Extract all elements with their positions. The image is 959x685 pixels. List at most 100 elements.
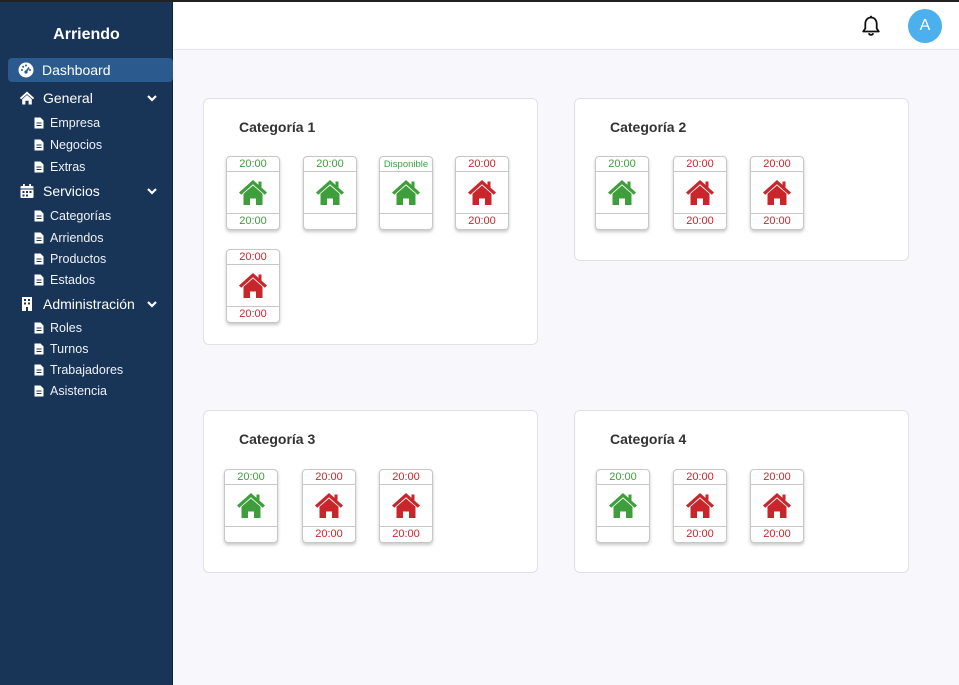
document-icon: [34, 385, 44, 397]
document-icon: [34, 210, 44, 222]
unit-top-label: 20:00: [304, 157, 356, 172]
sidebar-item-roles[interactable]: Roles: [34, 319, 82, 337]
category-title: Categoría 2: [610, 119, 687, 135]
unit-bottom-label: 20:00: [751, 526, 803, 542]
unit-top-label: 20:00: [227, 157, 279, 172]
category-title: Categoría 4: [610, 431, 687, 447]
sidebar-item-label: Extras: [50, 160, 86, 174]
sidebar-item-categorias[interactable]: Categorías: [34, 207, 111, 225]
unit-top-label: 20:00: [596, 157, 648, 172]
sidebar-item-arriendos[interactable]: Arriendos: [34, 229, 104, 247]
user-avatar[interactable]: A: [908, 9, 942, 43]
sidebar-item-label: Categorías: [50, 209, 112, 223]
sidebar-item-asistencia[interactable]: Asistencia: [34, 382, 107, 400]
unit-top-label: 20:00: [674, 470, 726, 485]
house-icon: [316, 180, 344, 205]
chevron-down-icon: [147, 188, 157, 195]
house-icon: [763, 180, 791, 205]
sidebar-item-estados[interactable]: Estados: [34, 271, 95, 289]
sidebar-item-extras[interactable]: Extras: [34, 158, 85, 176]
sidebar-item-dashboard[interactable]: Dashboard: [8, 58, 173, 82]
sidebar-item-label: Roles: [50, 321, 82, 335]
rental-unit-tile[interactable]: 20:00: [224, 469, 278, 543]
sidebar-group-administracion[interactable]: Administración: [18, 294, 158, 314]
unit-bottom-label: 20:00: [674, 526, 726, 542]
sidebar-group-servicios[interactable]: Servicios: [18, 181, 158, 201]
unit-top-label: 20:00: [227, 250, 279, 265]
rental-unit-tile[interactable]: 20:00: [303, 156, 357, 230]
home-icon: [18, 89, 36, 107]
rental-unit-tile[interactable]: 20:00 20:00: [673, 469, 727, 543]
sidebar-item-turnos[interactable]: Turnos: [34, 340, 88, 358]
rental-unit-tile[interactable]: 20:00 20:00: [226, 156, 280, 230]
top-header: A: [174, 2, 959, 50]
sidebar-group-label: Servicios: [43, 183, 100, 199]
sidebar-item-label: Arriendos: [50, 231, 104, 245]
house-icon: [468, 180, 496, 205]
rental-unit-tile[interactable]: 20:00 20:00: [673, 156, 727, 230]
window-top-border: [0, 0, 959, 2]
sidebar-item-negocios[interactable]: Negocios: [34, 136, 102, 154]
rental-unit-tile[interactable]: 20:00 20:00: [379, 469, 433, 543]
unit-bottom-label: 20:00: [227, 306, 279, 322]
building-icon: [18, 295, 36, 313]
unit-top-label: 20:00: [456, 157, 508, 172]
document-icon: [34, 161, 44, 173]
unit-top-label: 20:00: [225, 470, 277, 485]
house-icon: [763, 493, 791, 518]
sidebar-group-general[interactable]: General: [18, 88, 158, 108]
rental-unit-tile[interactable]: 20:00 20:00: [455, 156, 509, 230]
sidebar: Arriendo Dashboard General Empresa Negoc…: [0, 2, 173, 685]
document-icon: [34, 343, 44, 355]
unit-top-label: 20:00: [380, 470, 432, 485]
rental-unit-tile[interactable]: 20:00 20:00: [750, 156, 804, 230]
app-brand: Arriendo: [53, 26, 120, 43]
unit-bottom-label: [596, 213, 648, 229]
document-icon: [34, 117, 44, 129]
sidebar-item-label: Negocios: [50, 138, 103, 152]
rental-unit-tile[interactable]: Disponible: [379, 156, 433, 230]
sidebar-group-label: Administración: [43, 296, 135, 312]
rental-unit-tile[interactable]: 20:00 20:00: [750, 469, 804, 543]
dashboard-icon: [18, 62, 34, 78]
category-card: Categoría 4 20:00 20:00 20:00 20:00 20:00: [574, 410, 909, 573]
sidebar-item-label: Productos: [50, 252, 107, 266]
unit-bottom-label: [225, 526, 277, 542]
house-icon: [315, 493, 343, 518]
house-icon: [392, 493, 420, 518]
house-icon: [239, 180, 267, 205]
unit-bottom-label: [304, 213, 356, 229]
rental-unit-tile[interactable]: 20:00 20:00: [302, 469, 356, 543]
house-icon: [609, 493, 637, 518]
unit-top-label: 20:00: [751, 157, 803, 172]
sidebar-group-label: General: [43, 90, 93, 106]
unit-bottom-label: 20:00: [674, 213, 726, 229]
document-icon: [34, 322, 44, 334]
sidebar-item-productos[interactable]: Productos: [34, 250, 106, 268]
unit-bottom-label: 20:00: [456, 213, 508, 229]
sidebar-item-label: Dashboard: [42, 62, 111, 78]
house-icon: [686, 180, 714, 205]
unit-bottom-label: [597, 526, 649, 542]
notification-bell-icon[interactable]: [860, 15, 882, 37]
house-icon: [392, 180, 420, 205]
rental-unit-tile[interactable]: 20:00: [595, 156, 649, 230]
sidebar-item-empresa[interactable]: Empresa: [34, 114, 100, 132]
unit-bottom-label: 20:00: [303, 526, 355, 542]
rental-unit-tile[interactable]: 20:00: [596, 469, 650, 543]
unit-top-label: 20:00: [303, 470, 355, 485]
document-icon: [34, 274, 44, 286]
unit-top-label: 20:00: [597, 470, 649, 485]
category-card: Categoría 1 20:00 20:00 20:00 Disponible 20:…: [203, 98, 538, 345]
category-title: Categoría 3: [239, 431, 316, 447]
house-icon: [237, 493, 265, 518]
unit-bottom-label: 20:00: [751, 213, 803, 229]
unit-bottom-label: 20:00: [380, 526, 432, 542]
house-icon: [239, 273, 267, 298]
sidebar-item-trabajadores[interactable]: Trabajadores: [34, 361, 123, 379]
unit-top-label: 20:00: [751, 470, 803, 485]
house-icon: [608, 180, 636, 205]
document-icon: [34, 139, 44, 151]
rental-unit-tile[interactable]: 20:00 20:00: [226, 249, 280, 323]
calendar-icon: [18, 182, 36, 200]
